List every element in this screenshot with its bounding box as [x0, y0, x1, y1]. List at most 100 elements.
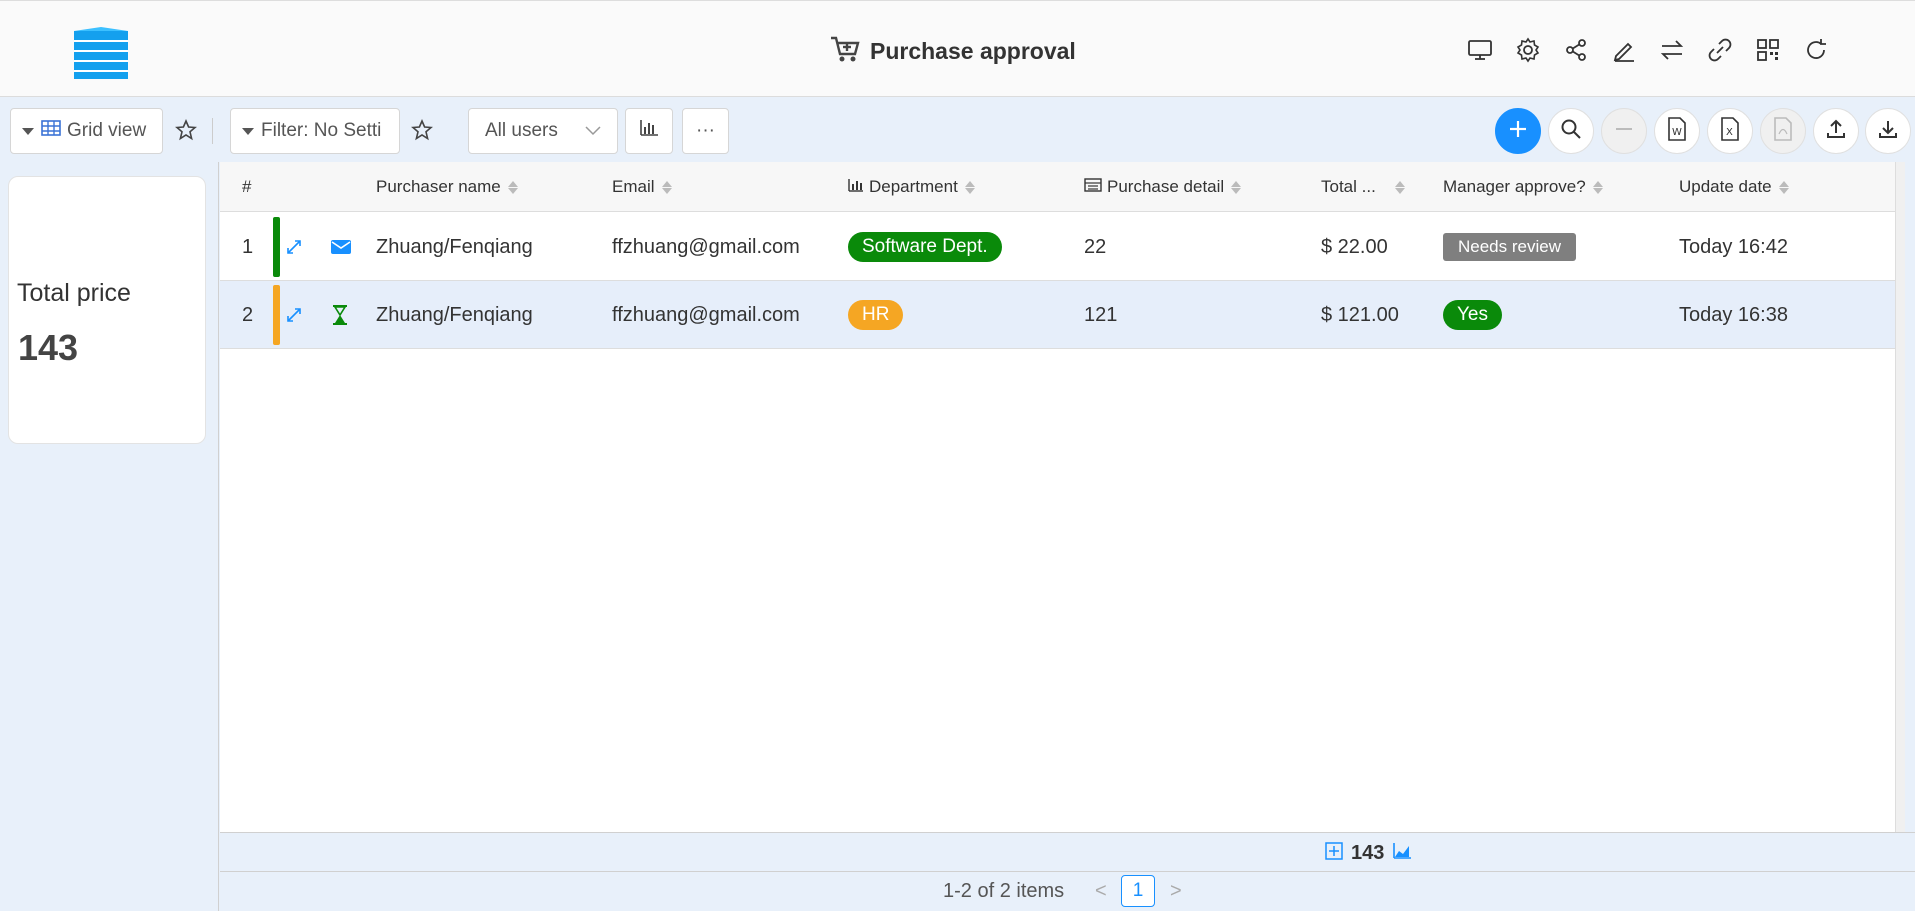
- summary-total-value: 143: [1351, 842, 1385, 864]
- table-row[interactable]: 2 Zhuang/Fenqiang ffzhuang@gmail.com HR …: [220, 281, 1895, 349]
- column-header-label: Purchaser name: [376, 177, 501, 196]
- stat-value: 143: [18, 327, 79, 368]
- more-options-button[interactable]: ···: [682, 108, 729, 154]
- share-icon[interactable]: [1557, 31, 1595, 69]
- table-row[interactable]: 1 Zhuang/Fenqiang ffzhuang@gmail.com Sof…: [220, 213, 1895, 281]
- search-icon: [1560, 118, 1582, 145]
- next-page-button[interactable]: >: [1170, 880, 1182, 903]
- toolbar-divider: [212, 118, 213, 144]
- manager-cell: Needs review: [1443, 213, 1576, 281]
- add-record-button[interactable]: [1495, 108, 1541, 154]
- view-switch-button[interactable]: Grid view: [10, 108, 163, 154]
- refresh-icon[interactable]: [1797, 31, 1835, 69]
- column-header-manager[interactable]: Manager approve?: [1443, 162, 1603, 212]
- status-color-bar: [273, 217, 280, 277]
- update-date: Today 16:38: [1679, 303, 1788, 326]
- sum-plus-icon[interactable]: [1325, 842, 1343, 865]
- column-header-label: Manager approve?: [1443, 177, 1586, 196]
- column-header-label: Update date: [1679, 177, 1772, 196]
- expand-icon[interactable]: [284, 281, 304, 349]
- summary-bar: 143: [220, 832, 1915, 872]
- department-tag: HR: [848, 300, 904, 330]
- view-toolbar: Grid view Filter: No Setti All users ···…: [0, 98, 1915, 162]
- gear-icon[interactable]: [1509, 31, 1547, 69]
- department-cell: Software Dept.: [848, 213, 1002, 281]
- pagination-summary: 1-2 of 2 items: [943, 880, 1065, 902]
- email-value: ffzhuang@gmail.com: [612, 235, 800, 258]
- favorite-view-star-icon[interactable]: [172, 116, 200, 144]
- sort-icon[interactable]: [964, 180, 975, 194]
- delete-record-button[interactable]: [1601, 108, 1647, 154]
- page-1-button[interactable]: 1: [1121, 875, 1155, 907]
- grid-scrollbar[interactable]: [1895, 162, 1905, 832]
- column-header-label: Department: [869, 177, 958, 196]
- column-header-label: #: [242, 177, 252, 196]
- excel-file-icon: X: [1720, 116, 1740, 146]
- view-label: Grid view: [67, 120, 147, 141]
- chart-view-button[interactable]: [625, 108, 673, 154]
- header-actions: [1461, 31, 1835, 69]
- column-header-index: #: [242, 162, 251, 212]
- hourglass-icon: [330, 281, 350, 349]
- envelope-icon: [330, 213, 352, 281]
- expand-icon[interactable]: [284, 213, 304, 281]
- minus-icon: [1613, 118, 1635, 145]
- total-value: $ 22.00: [1321, 235, 1388, 258]
- monitor-icon[interactable]: [1461, 31, 1499, 69]
- more-icon: ···: [696, 120, 715, 141]
- bar-chart-icon: [848, 177, 864, 197]
- caret-down-icon: [241, 120, 255, 142]
- filter-button[interactable]: Filter: No Setti: [230, 108, 400, 154]
- edit-icon[interactable]: [1605, 31, 1643, 69]
- stat-label: Total price: [17, 279, 131, 307]
- area-chart-icon[interactable]: [1392, 842, 1412, 865]
- manager-status-badge: Needs review: [1443, 233, 1576, 261]
- column-header-department[interactable]: Department: [848, 162, 975, 212]
- svg-text:W: W: [1672, 127, 1682, 138]
- upload-icon: [1825, 118, 1847, 145]
- cart-icon: [830, 35, 860, 68]
- sort-icon[interactable]: [661, 180, 672, 194]
- page-title: Purchase approval: [870, 38, 1076, 64]
- export-excel-button[interactable]: X: [1707, 108, 1753, 154]
- download-button[interactable]: [1865, 108, 1911, 154]
- export-word-button[interactable]: W: [1654, 108, 1700, 154]
- svg-text:X: X: [1726, 127, 1733, 138]
- filter-label: Filter: No Setti: [261, 120, 382, 141]
- search-button[interactable]: [1548, 108, 1594, 154]
- column-header-detail[interactable]: Purchase detail: [1084, 162, 1242, 212]
- stats-sidebar: Total price 143: [0, 162, 219, 911]
- update-date: Today 16:42: [1679, 235, 1788, 258]
- upload-button[interactable]: [1813, 108, 1859, 154]
- department-cell: HR: [848, 281, 904, 349]
- favorite-filter-star-icon[interactable]: [408, 116, 436, 144]
- app-logo-icon[interactable]: [70, 27, 132, 83]
- sort-icon[interactable]: [1778, 180, 1789, 194]
- sort-icon[interactable]: [1231, 180, 1242, 194]
- status-color-bar: [273, 285, 280, 345]
- stat-card[interactable]: Total price 143: [8, 176, 206, 444]
- column-header-total[interactable]: Total ...: [1321, 162, 1405, 212]
- link-icon[interactable]: [1701, 31, 1739, 69]
- detail-value: 121: [1084, 303, 1118, 326]
- grid-header: # Purchaser name Email Department Purcha…: [220, 162, 1905, 212]
- chevron-down-icon: [585, 120, 601, 142]
- swap-icon[interactable]: [1653, 31, 1691, 69]
- column-header-email[interactable]: Email: [612, 162, 672, 212]
- sort-icon[interactable]: [1592, 180, 1603, 194]
- detail-value: 22: [1084, 235, 1107, 258]
- column-header-purchaser[interactable]: Purchaser name: [376, 162, 518, 212]
- users-select[interactable]: All users: [468, 108, 618, 154]
- records-grid: # Purchaser name Email Department Purcha…: [220, 162, 1905, 832]
- prev-page-button[interactable]: <: [1095, 880, 1107, 903]
- download-icon: [1877, 118, 1899, 145]
- users-select-value: All users: [485, 120, 558, 141]
- column-header-updated[interactable]: Update date: [1679, 162, 1789, 212]
- export-pdf-button[interactable]: [1760, 108, 1806, 154]
- list-table-icon: [1084, 177, 1102, 197]
- row-index: 1: [242, 235, 254, 258]
- bar-chart-icon: [639, 119, 659, 143]
- qrcode-icon[interactable]: [1749, 31, 1787, 69]
- sort-icon[interactable]: [1394, 180, 1405, 194]
- sort-icon[interactable]: [507, 180, 518, 194]
